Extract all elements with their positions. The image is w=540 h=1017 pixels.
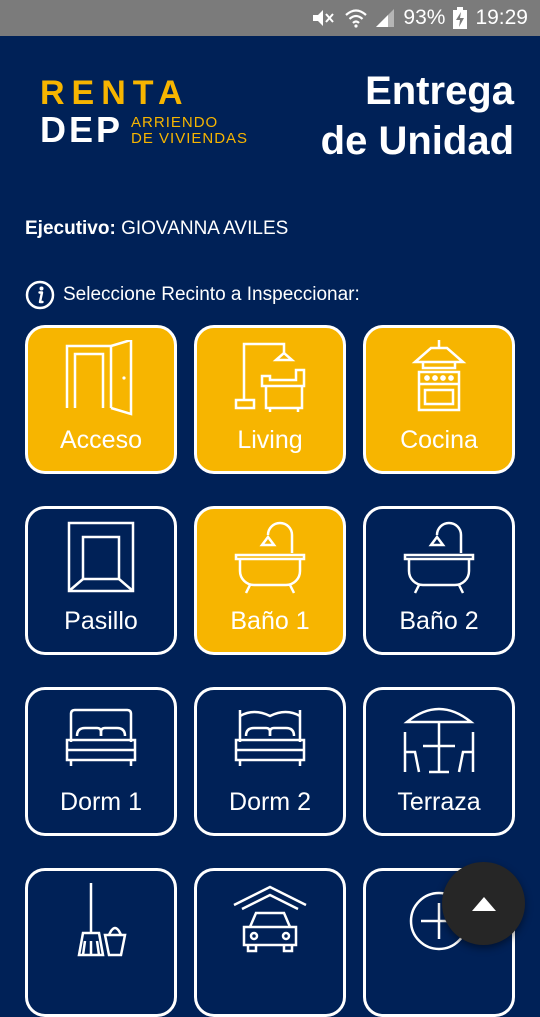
app-header: RENTA DEP ARRIENDO DE VIVIENDAS Entrega …: [0, 36, 540, 196]
cleaning-icon: [77, 883, 127, 957]
logo-subtitle: ARRIENDO DE VIVIENDAS: [131, 114, 249, 147]
clock: 19:29: [475, 6, 528, 29]
room-label: Acceso: [60, 426, 142, 454]
room-tile-cleaning[interactable]: [25, 868, 177, 1017]
wifi-icon: [345, 9, 368, 28]
patio-table-icon: [403, 707, 475, 774]
garage-car-icon: [233, 885, 307, 953]
info-icon: [25, 280, 55, 310]
room-tile-terraza[interactable]: Terraza: [363, 687, 515, 836]
room-label: Baño 1: [230, 607, 310, 635]
room-label: Terraza: [397, 788, 481, 816]
battery-charging-icon: [453, 7, 468, 29]
bed-icon: [234, 710, 306, 766]
room-tile-living[interactable]: Living: [194, 325, 346, 474]
brand-logo: RENTA DEP ARRIENDO DE VIVIENDAS: [40, 76, 248, 148]
instruction: Seleccione Recinto a Inspeccionar:: [25, 280, 360, 310]
scroll-to-top-button[interactable]: [442, 862, 525, 945]
living-room-icon: [234, 342, 306, 412]
room-tile-acceso[interactable]: Acceso: [25, 325, 177, 474]
signal-icon: [376, 9, 395, 27]
bathtub-icon: [403, 521, 475, 594]
room-tile-pasillo[interactable]: Pasillo: [25, 506, 177, 655]
logo-dep: DEP: [40, 109, 124, 150]
executive-info: Ejecutivo: GIOVANNA AVILES: [25, 218, 288, 240]
room-grid: Acceso Living Cocina Pasillo Baño 1 Baño…: [25, 325, 515, 1017]
hallway-icon: [67, 521, 135, 593]
battery-percent: 93%: [403, 6, 446, 29]
executive-label: Ejecutivo:: [25, 218, 116, 239]
instruction-text: Seleccione Recinto a Inspeccionar:: [63, 284, 360, 305]
room-label: Baño 2: [399, 607, 479, 635]
executive-name: GIOVANNA AVILES: [121, 218, 289, 239]
stove-icon: [411, 340, 467, 412]
room-label: Dorm 2: [229, 788, 311, 816]
room-label: Living: [237, 426, 303, 454]
room-tile-dorm-2[interactable]: Dorm 2: [194, 687, 346, 836]
room-label: Pasillo: [64, 607, 138, 635]
room-label: Dorm 1: [60, 788, 142, 816]
room-tile-garage[interactable]: [194, 868, 346, 1017]
room-tile-dorm-1[interactable]: Dorm 1: [25, 687, 177, 836]
room-label: Cocina: [400, 426, 478, 454]
status-bar: 93% 19:29: [0, 0, 540, 36]
door-icon: [65, 340, 133, 416]
bed-icon: [65, 708, 137, 766]
room-tile-bano-1[interactable]: Baño 1: [194, 506, 346, 655]
page-title: Entrega de Unidad: [320, 69, 514, 163]
chevron-up-icon: [471, 896, 496, 911]
room-tile-bano-2[interactable]: Baño 2: [363, 506, 515, 655]
room-tile-cocina[interactable]: Cocina: [363, 325, 515, 474]
logo-renta: RENTA: [40, 74, 190, 112]
bathtub-icon: [234, 521, 306, 594]
mute-icon: [313, 10, 335, 26]
